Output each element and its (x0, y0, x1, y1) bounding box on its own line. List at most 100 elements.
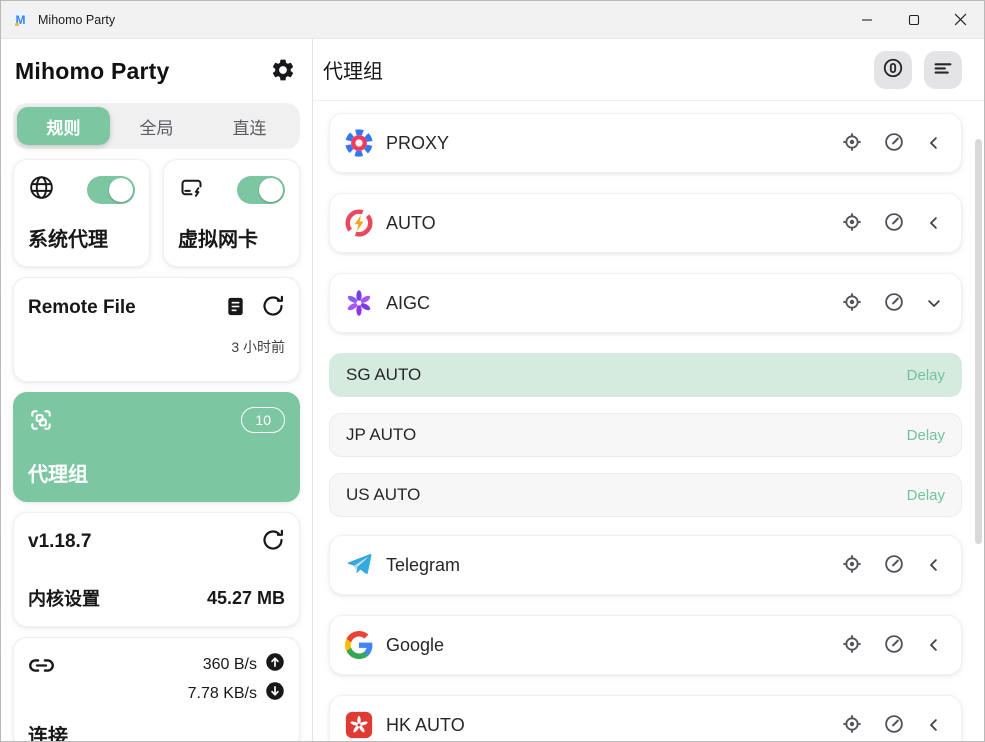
globe-icon (28, 174, 55, 206)
proxy-group-row[interactable]: Google (329, 615, 962, 675)
app-name: Mihomo Party (15, 58, 169, 85)
chevron-left-icon[interactable] (925, 636, 943, 654)
link-icon (28, 652, 55, 706)
aigc-logo-icon (344, 288, 374, 318)
gauge-icon (883, 713, 905, 738)
outbound-mode-tabs: 规则 全局 直连 (13, 103, 300, 149)
virtual-nic-icon (178, 174, 205, 206)
telegram-logo-icon (344, 550, 374, 580)
proxy-node-row[interactable]: US AUTO Delay (329, 473, 962, 517)
system-proxy-card[interactable]: 系统代理 (13, 159, 150, 267)
proxy-node-row-selected[interactable]: SG AUTO Delay (329, 353, 962, 397)
chevron-left-icon[interactable] (925, 556, 943, 574)
locate-node-button[interactable] (841, 131, 863, 156)
refresh-icon (261, 294, 285, 321)
chevron-left-icon[interactable] (925, 716, 943, 734)
group-name: PROXY (386, 133, 841, 154)
speed-test-button[interactable] (883, 633, 905, 658)
sidebar: Mihomo Party 规则 全局 直连 (1, 39, 313, 742)
gauge-icon (883, 291, 905, 316)
settings-button[interactable] (268, 56, 298, 86)
proxy-group-row[interactable]: PROXY (329, 113, 962, 173)
group-name: HK AUTO (386, 715, 841, 736)
tun-label: 虚拟网卡 (178, 223, 285, 252)
delay-display-button[interactable] (874, 51, 912, 89)
locate-icon (841, 633, 863, 658)
auto-logo-icon (344, 208, 374, 238)
proxy-group-list: PROXY AUTO (313, 101, 984, 742)
lines-icon (932, 57, 954, 82)
core-memory-usage: 45.27 MB (207, 588, 285, 609)
hongkong-flag-icon (344, 710, 374, 740)
speed-test-button[interactable] (883, 713, 905, 738)
app-window: M Mihomo Party Mihomo Party (0, 0, 985, 742)
speed-test-button[interactable] (883, 291, 905, 316)
group-name: Telegram (386, 555, 841, 576)
proxy-group-count-badge: 10 (241, 407, 285, 433)
tab-global-mode[interactable]: 全局 (110, 107, 203, 145)
download-speed: 7.78 KB/s (188, 685, 257, 703)
tun-card[interactable]: 虚拟网卡 (163, 159, 300, 267)
proxy-group-row[interactable]: Telegram (329, 535, 962, 595)
page-title: 代理组 (323, 55, 383, 84)
locate-icon (841, 291, 863, 316)
locate-node-button[interactable] (841, 633, 863, 658)
close-button[interactable] (937, 1, 984, 38)
proxy-groups-nav-label: 代理组 (28, 458, 285, 487)
locate-icon (841, 131, 863, 156)
tab-rule-mode[interactable]: 规则 (17, 107, 110, 145)
locate-node-button[interactable] (841, 553, 863, 578)
speed-test-button[interactable] (883, 553, 905, 578)
upload-speed: 360 B/s (203, 656, 257, 674)
window-controls (843, 1, 984, 38)
proxy-group-row[interactable]: AUTO (329, 193, 962, 253)
restart-core-button[interactable] (261, 528, 285, 555)
node-name: US AUTO (346, 485, 907, 505)
proxy-groups-page: 代理组 (313, 39, 984, 742)
arrow-down-circle-icon (265, 681, 285, 706)
core-version: v1.18.7 (28, 531, 91, 553)
tab-direct-mode[interactable]: 直连 (203, 107, 296, 145)
proxy-group-row[interactable]: HK AUTO (329, 695, 962, 742)
locate-node-button[interactable] (841, 713, 863, 738)
locate-node-button[interactable] (841, 211, 863, 236)
proxy-group-row-expanded[interactable]: AIGC (329, 273, 962, 333)
locate-node-button[interactable] (841, 291, 863, 316)
node-delay[interactable]: Delay (907, 427, 945, 444)
chevron-down-icon[interactable] (925, 294, 943, 312)
edit-profile-button[interactable] (224, 295, 247, 321)
speed-test-button[interactable] (883, 131, 905, 156)
layout-button[interactable] (924, 51, 962, 89)
proxy-groups-nav-card[interactable]: 10 代理组 (13, 392, 300, 502)
locate-icon (841, 211, 863, 236)
system-proxy-toggle[interactable] (87, 176, 135, 204)
node-name: JP AUTO (346, 425, 907, 445)
core-card[interactable]: v1.18.7 内核设置 45.27 MB (13, 512, 300, 627)
gauge-icon (883, 553, 905, 578)
speed-test-button[interactable] (883, 211, 905, 236)
chevron-left-icon[interactable] (925, 214, 943, 232)
zero-circle-icon (882, 57, 904, 82)
proxy-node-row[interactable]: JP AUTO Delay (329, 413, 962, 457)
group-name: AIGC (386, 293, 841, 314)
refresh-icon (261, 528, 285, 555)
tun-toggle[interactable] (237, 176, 285, 204)
maximize-button[interactable] (890, 1, 937, 38)
profile-card[interactable]: Remote File 3 小 (13, 277, 300, 382)
google-logo-icon (344, 630, 374, 660)
chevron-left-icon[interactable] (925, 134, 943, 152)
node-name: SG AUTO (346, 365, 907, 385)
scrollbar-thumb[interactable] (975, 139, 982, 544)
titlebar: M Mihomo Party (1, 1, 984, 39)
node-delay[interactable]: Delay (907, 487, 945, 504)
locate-icon (841, 553, 863, 578)
minimize-button[interactable] (843, 1, 890, 38)
locate-icon (841, 713, 863, 738)
core-settings-label: 内核设置 (28, 585, 100, 611)
connections-card[interactable]: 360 B/s 7.78 KB/s 连接 (13, 637, 300, 742)
gauge-icon (883, 131, 905, 156)
update-profile-button[interactable] (261, 294, 285, 321)
proxy-logo-icon (344, 128, 374, 158)
node-delay[interactable]: Delay (907, 367, 945, 384)
system-proxy-label: 系统代理 (28, 223, 135, 252)
